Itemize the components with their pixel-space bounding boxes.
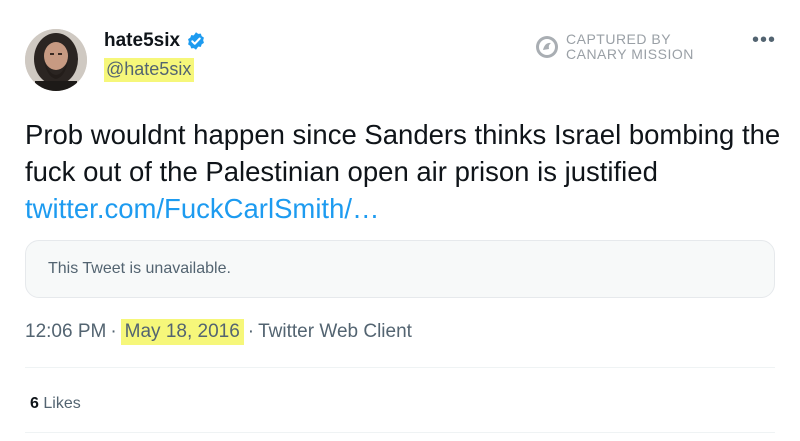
quoted-tweet[interactable]: This Tweet is unavailable. [25,240,775,298]
watermark-line-1: CAPTURED BY [566,31,672,47]
watermark: CAPTURED BY CANARY MISSION [535,32,694,62]
tweet-card: hate5six @hate5six CAPTURED BY CANARY MI… [0,0,800,441]
watermark-line-2: CANARY MISSION [566,46,694,62]
meta-separator: · [110,321,117,342]
quoted-tweet-text: This Tweet is unavailable. [48,260,231,277]
likes-count: 6 [30,395,39,412]
avatar[interactable] [25,29,87,91]
tweet-body: Prob wouldnt happen since Sanders thinks… [25,119,781,187]
tweet-link[interactable]: twitter.com/FuckCarlSmith/… [25,193,380,224]
canary-mission-logo-icon [535,35,559,59]
display-name[interactable]: hate5six [104,30,180,52]
tweet-text: Prob wouldnt happen since Sanders thinks… [25,116,785,227]
verified-badge-icon [186,31,206,51]
divider [25,432,775,433]
tweet-client[interactable]: Twitter Web Client [258,321,412,343]
more-horizontal-icon[interactable]: ••• [752,30,776,50]
likes-stat[interactable]: 6 Likes [30,395,81,413]
tweet-time[interactable]: 12:06 PM [25,321,106,343]
divider [25,367,775,368]
likes-label: Likes [43,395,81,412]
watermark-text: CAPTURED BY CANARY MISSION [566,32,694,62]
tweet-meta: 12:06 PM · May 18, 2016 · Twitter Web Cl… [25,319,412,345]
display-name-row[interactable]: hate5six [104,30,206,52]
user-handle[interactable]: @hate5six [104,58,195,82]
meta-separator: · [247,321,255,342]
tweet-date[interactable]: May 18, 2016 [120,319,244,345]
